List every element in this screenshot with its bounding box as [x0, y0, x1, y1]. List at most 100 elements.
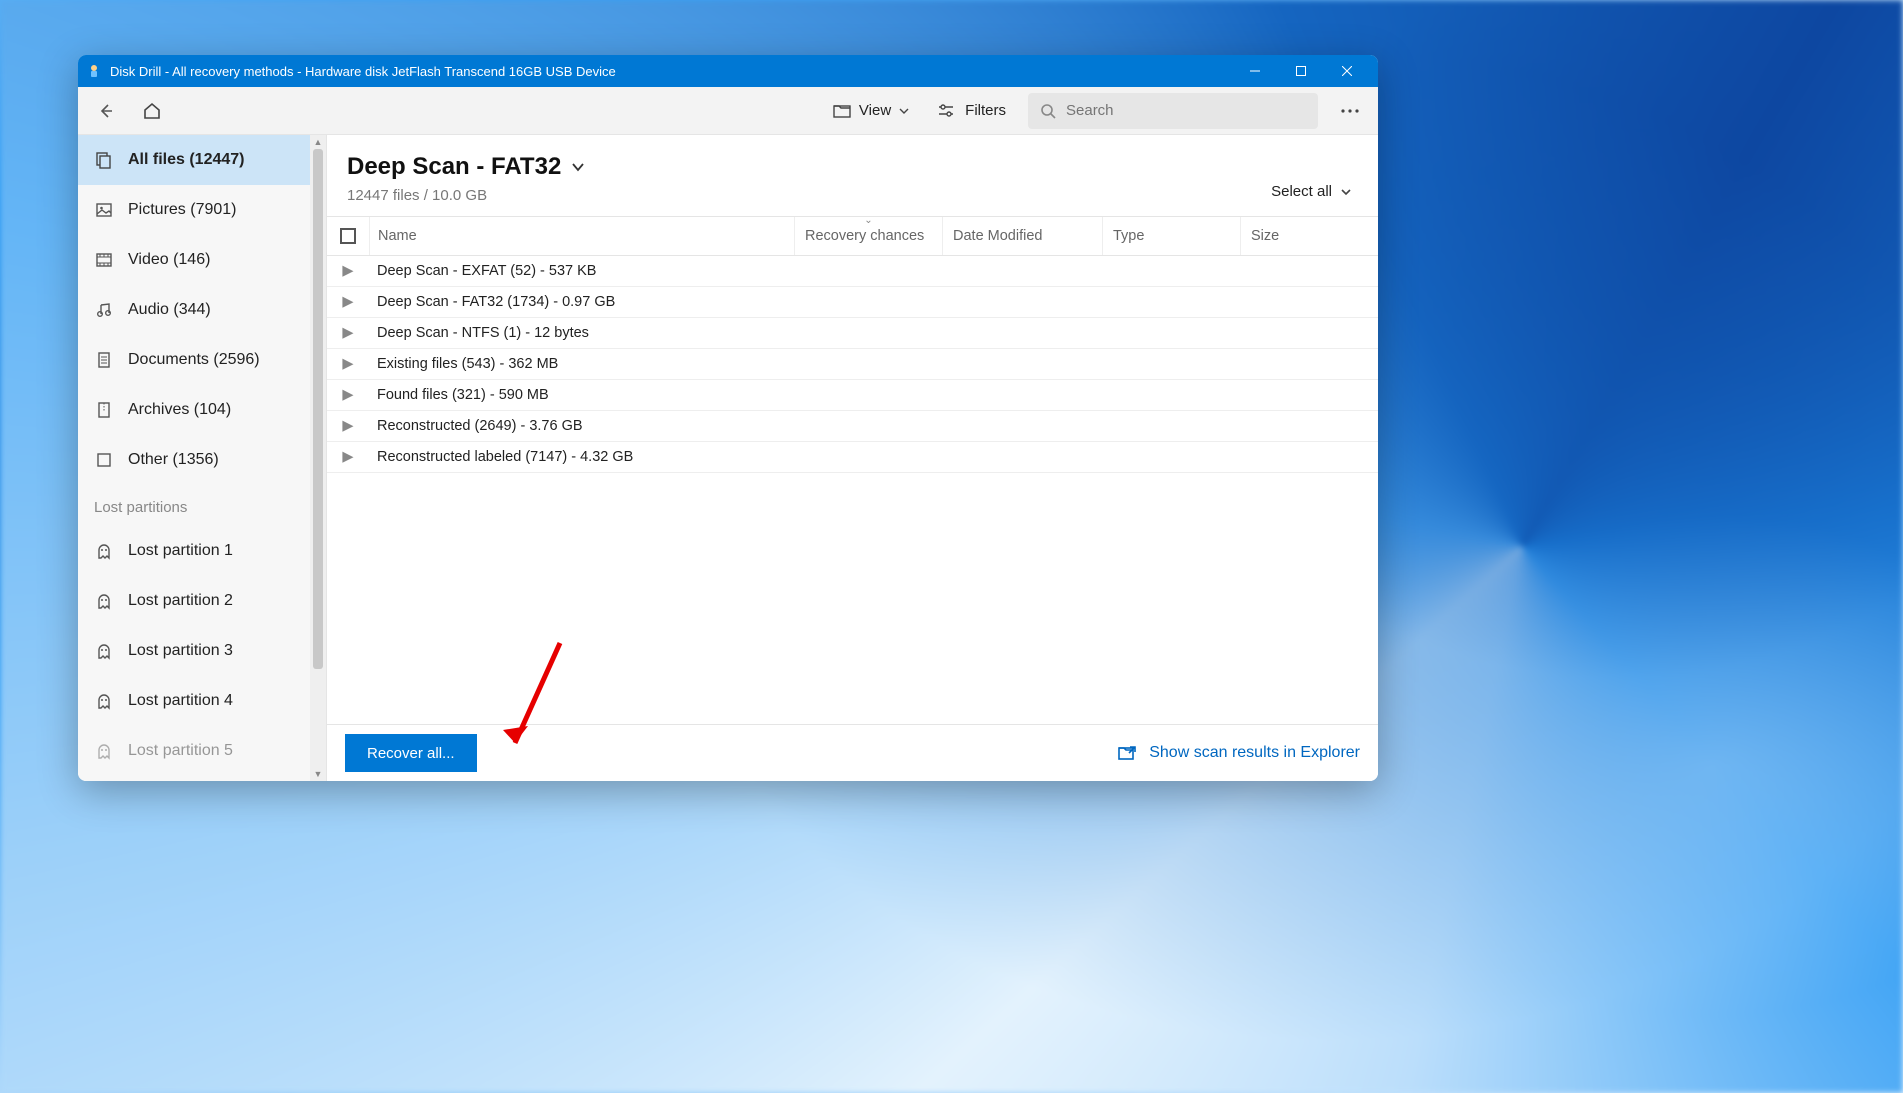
scan-title-dropdown[interactable]: Deep Scan - FAT32	[347, 153, 1265, 181]
sidebar-item-label: Archives (104)	[128, 401, 231, 419]
scrollbar-down-icon[interactable]: ▼	[313, 769, 323, 779]
scan-subtitle: 12447 files / 10.0 GB	[347, 187, 1265, 204]
expand-icon[interactable]: ▶	[327, 387, 369, 403]
audio-icon	[94, 300, 114, 320]
table-row[interactable]: ▶ Reconstructed (2649) - 3.76 GB	[327, 411, 1378, 442]
sidebar-item-lost-partition-4[interactable]: Lost partition 4	[78, 676, 326, 726]
maximize-button[interactable]	[1278, 55, 1324, 87]
archive-icon	[94, 400, 114, 420]
sidebar-item-label: Other (1356)	[128, 451, 219, 469]
col-type[interactable]: Type	[1102, 217, 1240, 255]
sidebar-item-label: Documents (2596)	[128, 351, 260, 369]
minimize-button[interactable]	[1232, 55, 1278, 87]
chevron-down-icon	[1340, 186, 1352, 198]
chevron-down-icon	[571, 160, 585, 174]
sidebar-item-audio[interactable]: Audio (344)	[78, 285, 326, 335]
scrollbar[interactable]: ▲ ▼	[310, 135, 326, 781]
search-icon	[1040, 103, 1056, 119]
table-row[interactable]: ▶ Deep Scan - NTFS (1) - 12 bytes	[327, 318, 1378, 349]
col-date[interactable]: Date Modified	[942, 217, 1102, 255]
home-button[interactable]	[136, 95, 168, 127]
result-rows[interactable]: ▶ Deep Scan - EXFAT (52) - 537 KB ▶ Deep…	[327, 256, 1378, 724]
sidebar-item-label: Video (146)	[128, 251, 210, 269]
expand-icon[interactable]: ▶	[327, 263, 369, 279]
col-size[interactable]: Size	[1240, 217, 1378, 255]
select-all-label: Select all	[1271, 183, 1332, 200]
explorer-link-label: Show scan results in Explorer	[1149, 744, 1360, 762]
view-dropdown[interactable]: View	[827, 98, 915, 124]
folder-view-icon	[833, 102, 851, 120]
sliders-icon	[937, 102, 955, 120]
footer-bar: Recover all... Show scan results in Expl…	[327, 724, 1378, 781]
sidebar-scroll[interactable]: All files (12447) Pictures (7901) Video …	[78, 135, 326, 781]
search-box[interactable]	[1028, 93, 1318, 129]
window-title: Disk Drill - All recovery methods - Hard…	[110, 64, 1232, 79]
app-icon	[86, 63, 102, 79]
picture-icon	[94, 200, 114, 220]
sidebar-item-label: Audio (344)	[128, 301, 211, 319]
filters-label: Filters	[965, 102, 1006, 119]
close-button[interactable]	[1324, 55, 1370, 87]
sidebar-item-lost-partition-3[interactable]: Lost partition 3	[78, 626, 326, 676]
sidebar-item-label: All files (12447)	[128, 151, 245, 169]
sidebar-item-label: Lost partition 2	[128, 592, 233, 610]
sidebar: All files (12447) Pictures (7901) Video …	[78, 135, 327, 781]
sidebar-item-label: Pictures (7901)	[128, 201, 237, 219]
titlebar[interactable]: Disk Drill - All recovery methods - Hard…	[78, 55, 1378, 87]
select-all-dropdown[interactable]: Select all	[1265, 179, 1358, 204]
filters-button[interactable]: Filters	[931, 98, 1012, 124]
main-panel: Deep Scan - FAT32 12447 files / 10.0 GB …	[327, 135, 1378, 781]
sidebar-item-archives[interactable]: Archives (104)	[78, 385, 326, 435]
header-area: Deep Scan - FAT32 12447 files / 10.0 GB …	[327, 135, 1378, 216]
row-label: Reconstructed labeled (7147) - 4.32 GB	[369, 449, 633, 465]
ghost-icon	[94, 591, 114, 611]
table-row[interactable]: ▶ Deep Scan - FAT32 (1734) - 0.97 GB	[327, 287, 1378, 318]
sidebar-item-label: Lost partition 3	[128, 642, 233, 660]
sidebar-item-lost-partition-1[interactable]: Lost partition 1	[78, 526, 326, 576]
row-label: Deep Scan - NTFS (1) - 12 bytes	[369, 325, 589, 341]
row-label: Found files (321) - 590 MB	[369, 387, 549, 403]
open-folder-icon	[1117, 743, 1137, 763]
toolbar: View Filters	[78, 87, 1378, 135]
expand-icon[interactable]: ▶	[327, 325, 369, 341]
sidebar-item-pictures[interactable]: Pictures (7901)	[78, 185, 326, 235]
back-button[interactable]	[90, 95, 122, 127]
expand-icon[interactable]: ▶	[327, 449, 369, 465]
sidebar-item-video[interactable]: Video (146)	[78, 235, 326, 285]
sidebar-section-label: Lost partitions	[78, 485, 326, 526]
sidebar-item-lost-partition-2[interactable]: Lost partition 2	[78, 576, 326, 626]
table-row[interactable]: ▶ Found files (321) - 590 MB	[327, 380, 1378, 411]
table-row[interactable]: ▶ Deep Scan - EXFAT (52) - 537 KB	[327, 256, 1378, 287]
col-recovery[interactable]: ⌄Recovery chances	[794, 217, 942, 255]
row-label: Deep Scan - EXFAT (52) - 537 KB	[369, 263, 596, 279]
other-icon	[94, 450, 114, 470]
select-all-checkbox[interactable]	[327, 228, 369, 244]
sidebar-item-label: Lost partition 4	[128, 692, 233, 710]
show-in-explorer-link[interactable]: Show scan results in Explorer	[1117, 743, 1360, 763]
scrollbar-thumb[interactable]	[313, 149, 323, 669]
col-name[interactable]: Name	[369, 217, 794, 255]
expand-icon[interactable]: ▶	[327, 418, 369, 434]
recover-all-button[interactable]: Recover all...	[345, 734, 477, 772]
sidebar-item-label: Lost partition 1	[128, 542, 233, 560]
scan-title-label: Deep Scan - FAT32	[347, 153, 561, 181]
sidebar-item-all-files[interactable]: All files (12447)	[78, 135, 326, 185]
row-label: Deep Scan - FAT32 (1734) - 0.97 GB	[369, 294, 615, 310]
ghost-icon	[94, 641, 114, 661]
expand-icon[interactable]: ▶	[327, 294, 369, 310]
app-window: Disk Drill - All recovery methods - Hard…	[78, 55, 1378, 781]
table-row[interactable]: ▶ Reconstructed labeled (7147) - 4.32 GB	[327, 442, 1378, 473]
more-button[interactable]	[1334, 95, 1366, 127]
row-label: Reconstructed (2649) - 3.76 GB	[369, 418, 583, 434]
table-row[interactable]: ▶ Existing files (543) - 362 MB	[327, 349, 1378, 380]
sidebar-item-label: Lost partition 5	[128, 742, 233, 760]
sidebar-item-other[interactable]: Other (1356)	[78, 435, 326, 485]
ghost-icon	[94, 541, 114, 561]
sidebar-item-documents[interactable]: Documents (2596)	[78, 335, 326, 385]
scrollbar-up-icon[interactable]: ▲	[313, 137, 323, 147]
ghost-icon	[94, 741, 114, 761]
expand-icon[interactable]: ▶	[327, 356, 369, 372]
search-input[interactable]	[1066, 102, 1306, 119]
ghost-icon	[94, 691, 114, 711]
sidebar-item-lost-partition-5[interactable]: Lost partition 5	[78, 726, 326, 776]
